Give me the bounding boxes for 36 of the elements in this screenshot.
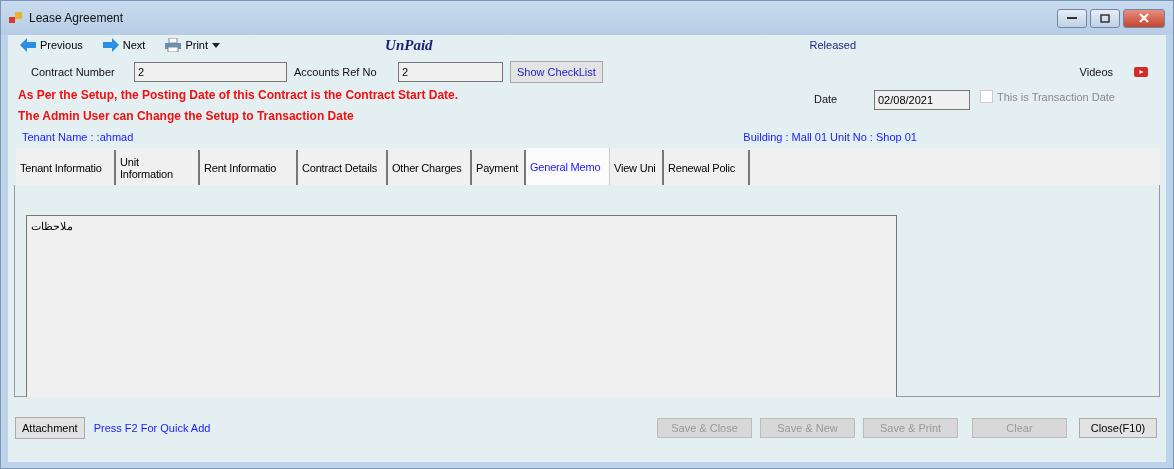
warning-text: The Admin User can Change the Setup to Transaction Date — [17, 108, 355, 125]
videos-label: Videos — [1079, 66, 1113, 78]
building-unit-info: Building : Mall 01 Unit No : Shop 01 — [743, 131, 917, 143]
print-button[interactable]: Print — [165, 38, 221, 52]
field-label: Contract Number — [31, 66, 116, 78]
app-icon — [9, 12, 23, 24]
attachment-button[interactable]: Attachment — [15, 417, 85, 439]
next-button[interactable]: Next — [102, 38, 146, 52]
memo-field[interactable]: ملاحظات — [26, 215, 897, 397]
close-button[interactable] — [1123, 8, 1165, 28]
date-label: Date — [814, 93, 839, 105]
show-checklist-button[interactable]: Show CheckList — [510, 61, 603, 83]
previous-button[interactable]: Previous — [20, 38, 83, 52]
field-label: Accounts Ref No — [294, 66, 378, 78]
minimize-button[interactable] — [1057, 8, 1087, 28]
printer-icon — [165, 38, 182, 52]
left-arrow-icon — [20, 38, 36, 52]
minimize-icon — [1067, 16, 1077, 20]
tenant-name: Tenant Name : :ahmad — [22, 131, 134, 143]
warning-text: As Per the Setup, the Posting Date of this Contract is the Contract Start Date. — [17, 87, 459, 104]
right-arrow-icon — [102, 38, 119, 52]
caret-icon — [212, 42, 221, 48]
hint-text: Press F2 For Quick Add — [93, 422, 211, 434]
tab[interactable]: General Memo — [526, 148, 610, 185]
maximize-icon — [1100, 13, 1110, 23]
contract-number-field[interactable]: 2 — [134, 62, 287, 82]
window-title: Lease Agreement — [29, 11, 124, 25]
accounts-ref-field[interactable]: 2 — [398, 62, 503, 82]
release-status: Released — [809, 39, 857, 51]
date-field[interactable]: 02/08/2021 — [874, 90, 970, 110]
close-icon — [1139, 13, 1149, 23]
checkbox-label: This is Transaction Date — [997, 90, 1115, 103]
maximize-button[interactable] — [1090, 8, 1120, 28]
video-play-icon[interactable] — [1134, 67, 1148, 77]
action-button[interactable]: Close(F10) — [1079, 418, 1157, 438]
payment-status: UnPaid — [385, 36, 433, 54]
